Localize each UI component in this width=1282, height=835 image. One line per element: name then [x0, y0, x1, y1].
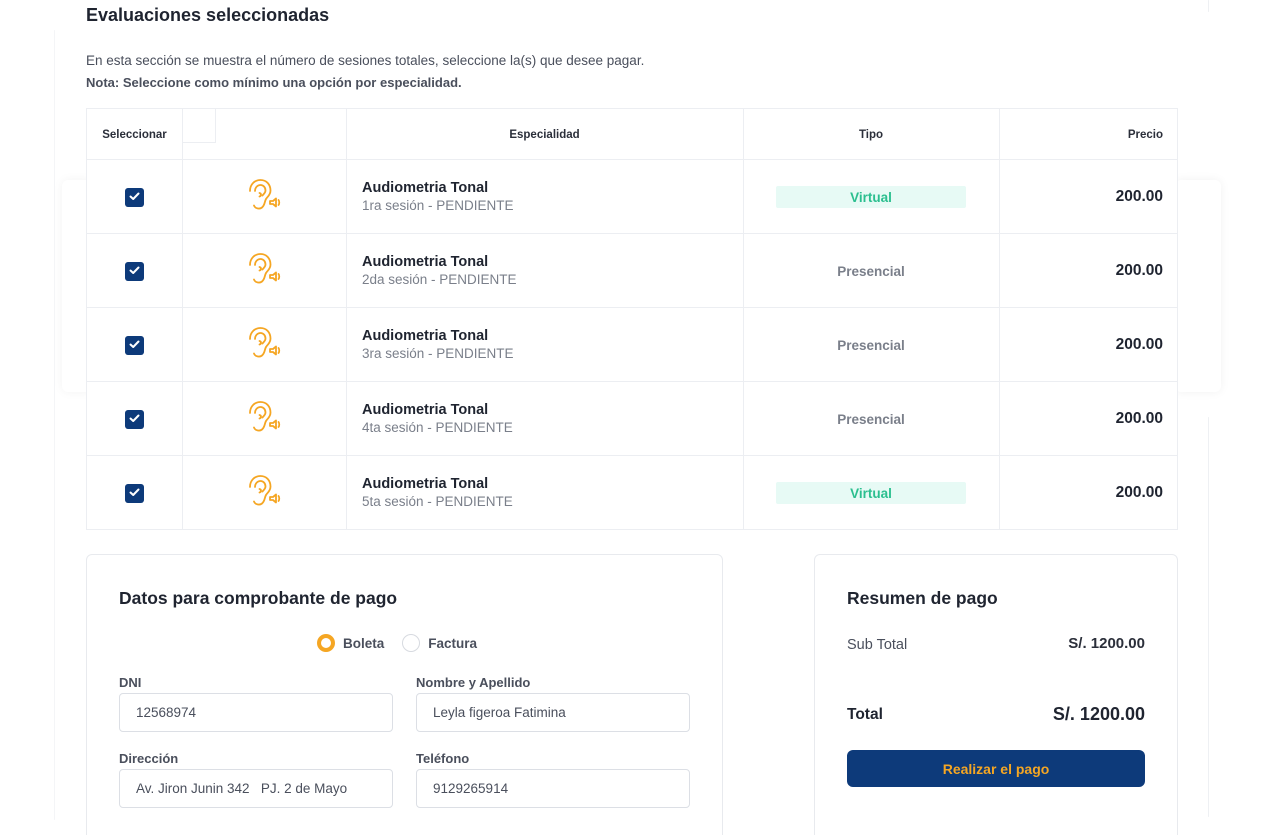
radio-selected-icon — [317, 634, 335, 652]
select-checkbox[interactable] — [125, 261, 144, 281]
ear-icon — [246, 178, 282, 217]
background-panel — [1175, 180, 1221, 392]
specialty-icon-cell — [182, 382, 346, 456]
select-cell — [87, 234, 182, 308]
name-label: Nombre y Apellido — [416, 675, 531, 690]
billing-title: Datos para comprobante de pago — [119, 588, 398, 608]
table-row: Audiometria Tonal 3ra sesión - PENDIENTE P… — [87, 308, 1177, 382]
specialty-icon-cell — [182, 456, 346, 530]
receipt-type-radio-group: Boleta Factura — [317, 634, 487, 652]
ear-icon — [246, 326, 282, 365]
header-type: Tipo — [858, 128, 884, 141]
name-field[interactable] — [416, 693, 690, 732]
type-badge-virtual: Virtual — [776, 482, 966, 504]
radio-unselected-icon — [402, 634, 421, 652]
header-icon-cell — [182, 109, 216, 143]
section-description: En esta sección se muestra el número de … — [86, 53, 645, 68]
ear-icon — [246, 400, 282, 439]
select-cell — [87, 160, 182, 234]
select-cell — [87, 456, 182, 530]
select-checkbox[interactable] — [125, 335, 144, 355]
check-icon — [129, 484, 140, 502]
type-label-presencial: Presencial — [837, 337, 905, 353]
session-status: 3ra sesión - PENDIENTE — [362, 346, 514, 361]
price-cell: 200.00 — [1115, 336, 1163, 353]
price-cell: 200.00 — [1115, 188, 1163, 205]
specialty-cell: Audiometria Tonal 4ta sesión - PENDIENTE — [346, 382, 743, 456]
dni-field[interactable] — [119, 693, 393, 732]
evaluations-table: Seleccionar Especialidad Tipo Precio Aud… — [86, 108, 1178, 530]
session-status: 2da sesión - PENDIENTE — [362, 272, 517, 287]
payment-summary-card: Resumen de pago Sub Total S/. 1200.00 To… — [814, 554, 1178, 835]
specialty-name: Audiometria Tonal — [362, 476, 489, 492]
specialty-cell: Audiometria Tonal 3ra sesión - PENDIENTE — [346, 308, 743, 382]
type-cell: Virtual — [743, 160, 999, 234]
specialty-icon-cell — [182, 160, 346, 234]
phone-label: Teléfono — [416, 751, 470, 766]
table-row: Audiometria Tonal 2da sesión - PENDIENTE P… — [87, 234, 1177, 308]
select-cell — [87, 308, 182, 382]
type-cell: Virtual — [743, 456, 999, 530]
specialty-name: Audiometria Tonal — [362, 180, 489, 196]
total-value: S/. 1200.00 — [1052, 704, 1145, 724]
total-label: Total — [847, 706, 883, 723]
select-cell — [87, 382, 182, 456]
session-status: 1ra sesión - PENDIENTE — [362, 198, 514, 213]
select-checkbox[interactable] — [125, 187, 144, 207]
make-payment-button[interactable]: Realizar el pago — [847, 750, 1145, 787]
price-cell: 200.00 — [1115, 410, 1163, 427]
radio-label: Boleta — [343, 635, 385, 651]
type-badge-virtual: Virtual — [776, 186, 966, 208]
check-icon — [129, 410, 140, 428]
address-label: Dirección — [119, 751, 179, 766]
header-specialty: Especialidad — [509, 128, 580, 141]
price-cell: 200.00 — [1115, 484, 1163, 501]
select-checkbox[interactable] — [125, 409, 144, 429]
header-price: Precio — [1127, 128, 1163, 141]
type-cell: Presencial — [743, 308, 999, 382]
check-icon — [129, 336, 140, 354]
radio-label: Factura — [428, 635, 478, 651]
background-divider — [1208, 0, 1209, 12]
billing-card: Datos para comprobante de pago Boleta Fa… — [86, 554, 723, 835]
phone-field[interactable] — [416, 769, 690, 808]
radio-factura[interactable]: Factura — [402, 634, 477, 652]
specialty-cell: Audiometria Tonal 2da sesión - PENDIENTE — [346, 234, 743, 308]
background-divider — [1208, 417, 1209, 817]
check-icon — [129, 188, 140, 206]
table-row: Audiometria Tonal 4ta sesión - PENDIENTE P… — [87, 382, 1177, 456]
header-select: Seleccionar — [102, 128, 167, 141]
section-note: Nota: Seleccione como mínimo una opción … — [86, 75, 462, 90]
type-cell: Presencial — [743, 382, 999, 456]
table-row: Audiometria Tonal 5ta sesión - PENDIENTE V… — [87, 456, 1177, 530]
subtotal-label: Sub Total — [847, 637, 908, 653]
dni-label: DNI — [119, 675, 142, 690]
table-header: Seleccionar Especialidad Tipo Precio — [87, 109, 1177, 160]
select-checkbox[interactable] — [125, 483, 144, 503]
session-status: 5ta sesión - PENDIENTE — [362, 494, 513, 509]
background-divider — [54, 30, 55, 820]
radio-boleta[interactable]: Boleta — [317, 634, 384, 652]
type-label-presencial: Presencial — [837, 263, 905, 279]
summary-title: Resumen de pago — [847, 588, 998, 608]
address-field[interactable] — [119, 769, 393, 808]
specialty-name: Audiometria Tonal — [362, 254, 489, 270]
type-cell: Presencial — [743, 234, 999, 308]
specialty-icon-cell — [182, 234, 346, 308]
check-icon — [129, 262, 140, 280]
type-label-presencial: Presencial — [837, 411, 905, 427]
ear-icon — [246, 474, 282, 513]
specialty-name: Audiometria Tonal — [362, 328, 489, 344]
specialty-name: Audiometria Tonal — [362, 402, 489, 418]
session-status: 4ta sesión - PENDIENTE — [362, 420, 513, 435]
specialty-cell: Audiometria Tonal 1ra sesión - PENDIENTE — [346, 160, 743, 234]
specialty-cell: Audiometria Tonal 5ta sesión - PENDIENTE — [346, 456, 743, 530]
ear-icon — [246, 252, 282, 291]
specialty-icon-cell — [182, 308, 346, 382]
price-cell: 200.00 — [1115, 262, 1163, 279]
table-row: Audiometria Tonal 1ra sesión - PENDIENTE V… — [87, 160, 1177, 234]
subtotal-value: S/. 1200.00 — [1068, 635, 1145, 652]
section-title: Evaluaciones seleccionadas — [86, 5, 330, 25]
